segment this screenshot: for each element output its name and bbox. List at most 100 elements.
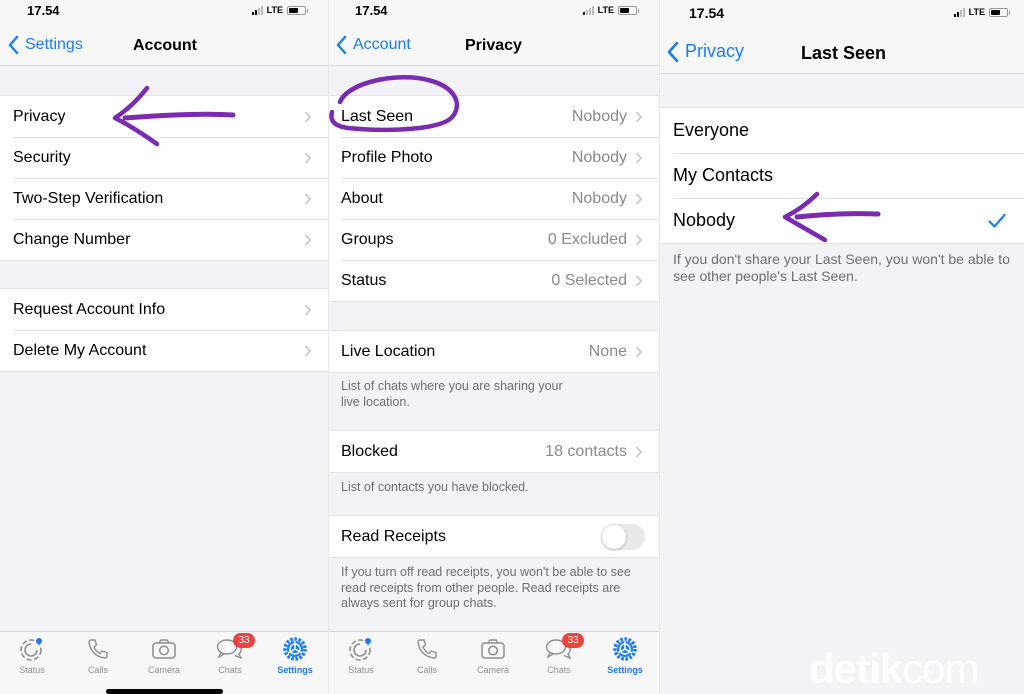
- row-label: Privacy: [13, 107, 66, 125]
- home-indicator: [106, 689, 223, 694]
- live-location-footnote: List of chats where you are sharing your…: [341, 379, 563, 409]
- tab-chats[interactable]: 33 Chats: [205, 633, 255, 675]
- tab-label: Camera: [147, 665, 180, 675]
- option-label: My Contacts: [673, 165, 774, 185]
- back-label: Settings: [25, 36, 83, 53]
- last-seen-footnote: If you don't share your Last Seen, you w…: [673, 251, 1010, 284]
- status-bar: 17.54 LTE: [328, 0, 659, 24]
- watermark-bold: detik: [809, 645, 903, 692]
- list-item-two-step-verification[interactable]: Two-Step Verification: [0, 178, 328, 219]
- list-item-delete-my-account[interactable]: Delete My Account: [0, 330, 328, 371]
- live-location-group: Live Location None: [328, 330, 659, 373]
- tab-status[interactable]: Status: [7, 636, 57, 675]
- watermark-light: com: [902, 645, 979, 692]
- camera-icon: [139, 636, 189, 662]
- chevron-right-icon: [635, 233, 643, 246]
- status-bar: 17.54 LTE: [0, 0, 328, 24]
- unread-badge: 33: [562, 633, 584, 648]
- system-icons: LTE: [251, 5, 308, 15]
- chat-bubbles-icon: 33: [534, 633, 584, 662]
- tab-camera[interactable]: Camera: [139, 636, 189, 675]
- blocked-group: Blocked 18 contacts: [328, 430, 659, 473]
- chevron-right-icon: [304, 344, 312, 357]
- list-item-privacy[interactable]: Privacy: [0, 96, 328, 137]
- row-label: Change Number: [13, 230, 131, 248]
- chevron-right-icon: [635, 345, 643, 358]
- unread-badge: 33: [233, 633, 255, 648]
- read-receipts-toggle[interactable]: [601, 524, 645, 550]
- row-value: Nobody: [571, 107, 627, 125]
- option-label: Nobody: [673, 210, 736, 230]
- list-item-blocked[interactable]: Blocked 18 contacts: [328, 431, 659, 472]
- row-value: 0 Excluded: [547, 230, 627, 248]
- tab-settings[interactable]: Settings: [600, 636, 650, 675]
- list-item-groups[interactable]: Groups 0 Excluded: [328, 219, 659, 260]
- status-icon: [7, 636, 57, 662]
- tab-settings[interactable]: Settings: [270, 636, 320, 675]
- list-item-change-number[interactable]: Change Number: [0, 219, 328, 260]
- panel-divider: [328, 0, 329, 694]
- row-value: Nobody: [571, 148, 627, 166]
- nav-bar: Settings Account: [0, 24, 328, 66]
- list-item-last-seen[interactable]: Last Seen Nobody: [328, 96, 659, 137]
- page-title: Last Seen: [801, 43, 887, 63]
- battery-icon: [989, 7, 1010, 17]
- account-data-group: Request Account Info Delete My Account: [0, 288, 328, 372]
- list-item-live-location[interactable]: Live Location None: [328, 331, 659, 372]
- tab-label: Calls: [87, 665, 108, 675]
- tab-chats[interactable]: 33 Chats: [534, 633, 584, 675]
- tab-bar: Status Calls Camera 33 Chats Settings: [328, 631, 659, 694]
- tab-calls[interactable]: Calls: [73, 636, 123, 675]
- chevron-right-icon: [304, 233, 312, 246]
- nav-bar: Account Privacy: [328, 24, 659, 66]
- list-item-request-account-info[interactable]: Request Account Info: [0, 289, 328, 330]
- last-seen-screen: 17.54 LTE Privacy Last Seen Everyone My …: [659, 0, 1024, 694]
- account-settings-group: Privacy Security Two-Step Verification C…: [0, 95, 328, 261]
- chevron-right-icon: [635, 274, 643, 287]
- row-label: Request Account Info: [13, 300, 166, 318]
- chevron-right-icon: [304, 151, 312, 164]
- status-time: 17.54: [27, 3, 60, 18]
- phone-icon: [402, 636, 452, 662]
- network-label: LTE: [266, 5, 283, 15]
- chevron-right-icon: [635, 151, 643, 164]
- list-item-security[interactable]: Security: [0, 137, 328, 178]
- signal-icon: [582, 5, 594, 15]
- row-label: Security: [13, 148, 71, 166]
- list-item-about[interactable]: About Nobody: [328, 178, 659, 219]
- tab-calls[interactable]: Calls: [402, 636, 452, 675]
- row-label: Read Receipts: [341, 527, 446, 545]
- tab-bar: Status Calls Camera 33 Chats Settings: [0, 631, 328, 694]
- chevron-right-icon: [635, 110, 643, 123]
- back-label: Account: [353, 36, 411, 53]
- option-everyone[interactable]: Everyone: [659, 108, 1024, 153]
- network-label: LTE: [597, 5, 614, 15]
- row-label: Last Seen: [341, 107, 414, 125]
- back-button[interactable]: Settings: [8, 36, 83, 54]
- tab-camera[interactable]: Camera: [468, 636, 518, 675]
- row-value: 0 Selected: [551, 271, 627, 289]
- list-item-status[interactable]: Status 0 Selected: [328, 260, 659, 301]
- row-label: Status: [341, 271, 387, 289]
- account-screen: 17.54 LTE Settings Account Privacy Secur…: [0, 0, 328, 694]
- option-my-contacts[interactable]: My Contacts: [659, 153, 1024, 198]
- tab-label: Camera: [476, 665, 509, 675]
- back-button[interactable]: Account: [336, 36, 411, 54]
- option-nobody[interactable]: Nobody: [659, 198, 1024, 243]
- chat-bubbles-icon: 33: [205, 633, 255, 662]
- row-label: Blocked: [341, 442, 398, 460]
- gear-icon: [270, 636, 320, 662]
- chevron-left-icon: [8, 36, 19, 54]
- gear-icon: [600, 636, 650, 662]
- tab-label: Calls: [416, 665, 437, 675]
- chevron-right-icon: [635, 445, 643, 458]
- last-seen-options: Everyone My Contacts Nobody: [659, 107, 1024, 244]
- tab-status[interactable]: Status: [336, 636, 386, 675]
- back-button[interactable]: Privacy: [667, 41, 744, 62]
- list-item-profile-photo[interactable]: Profile Photo Nobody: [328, 137, 659, 178]
- battery-icon: [618, 5, 639, 15]
- page-title: Privacy: [465, 37, 522, 54]
- signal-icon: [953, 7, 965, 17]
- page-title: Account: [133, 37, 197, 54]
- checkmark-icon: [988, 213, 1006, 228]
